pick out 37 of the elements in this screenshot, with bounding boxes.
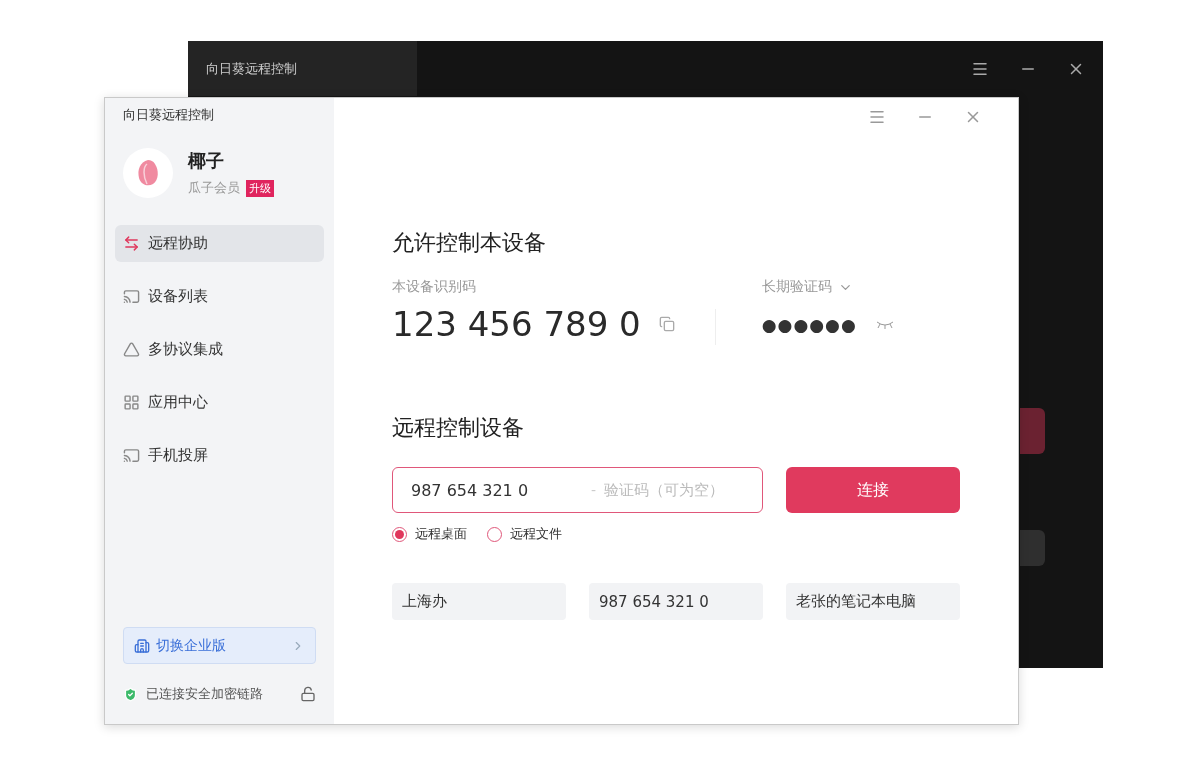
- section-heading: 远程控制设备: [392, 414, 525, 442]
- device-id: 123 456 789 0: [392, 304, 641, 344]
- arrows-icon: [123, 235, 140, 252]
- copy-icon[interactable]: [658, 316, 675, 332]
- membership-label: 瓜子会员: [188, 179, 240, 197]
- triangle-icon: [123, 341, 140, 358]
- connect-button[interactable]: 连接: [786, 467, 960, 513]
- building-icon: [134, 637, 150, 654]
- radio-label: 远程桌面: [415, 525, 467, 543]
- sidebar-item[interactable]: 设备列表: [115, 278, 324, 315]
- connection-status: 已连接安全加密链路: [146, 685, 263, 703]
- window-title: 向日葵远程控制: [206, 59, 297, 78]
- recent-device[interactable]: 987 654 321 0: [589, 583, 763, 620]
- lock-icon[interactable]: [300, 686, 316, 702]
- window-title: 向日葵远程控制: [122, 106, 215, 124]
- password-label: 长期验证码: [761, 278, 832, 296]
- sidebar-item[interactable]: 应用中心: [115, 384, 324, 421]
- petal-logo-icon: [135, 158, 161, 188]
- switch-enterprise-button[interactable]: 切换企业版: [123, 627, 316, 664]
- radio-label: 远程文件: [510, 525, 562, 543]
- password-dots: ●●●●●●: [761, 314, 857, 335]
- sidebar-item[interactable]: 远程协助: [115, 225, 324, 262]
- sidebar-item[interactable]: 手机投屏: [115, 437, 324, 474]
- shield-icon: [123, 686, 138, 702]
- field-shape: [1020, 530, 1045, 566]
- upgrade-badge[interactable]: 升级: [246, 179, 274, 197]
- recent-device[interactable]: 上海办: [392, 583, 566, 620]
- sidebar-item[interactable]: 多协议集成: [115, 331, 324, 368]
- section-heading: 允许控制本设备: [392, 229, 547, 257]
- user-name: 椰子: [188, 149, 225, 173]
- recent-device[interactable]: 老张的笔记本电脑: [786, 583, 960, 620]
- device-id-label: 本设备识别码: [392, 278, 477, 296]
- closed-eye-icon[interactable]: [874, 319, 895, 330]
- device-code-input[interactable]: 987 654 321 0 - 验证码（可为空）: [392, 467, 763, 513]
- screen-icon: [123, 447, 140, 464]
- grid-icon: [123, 394, 140, 411]
- button-shape: [1020, 408, 1045, 454]
